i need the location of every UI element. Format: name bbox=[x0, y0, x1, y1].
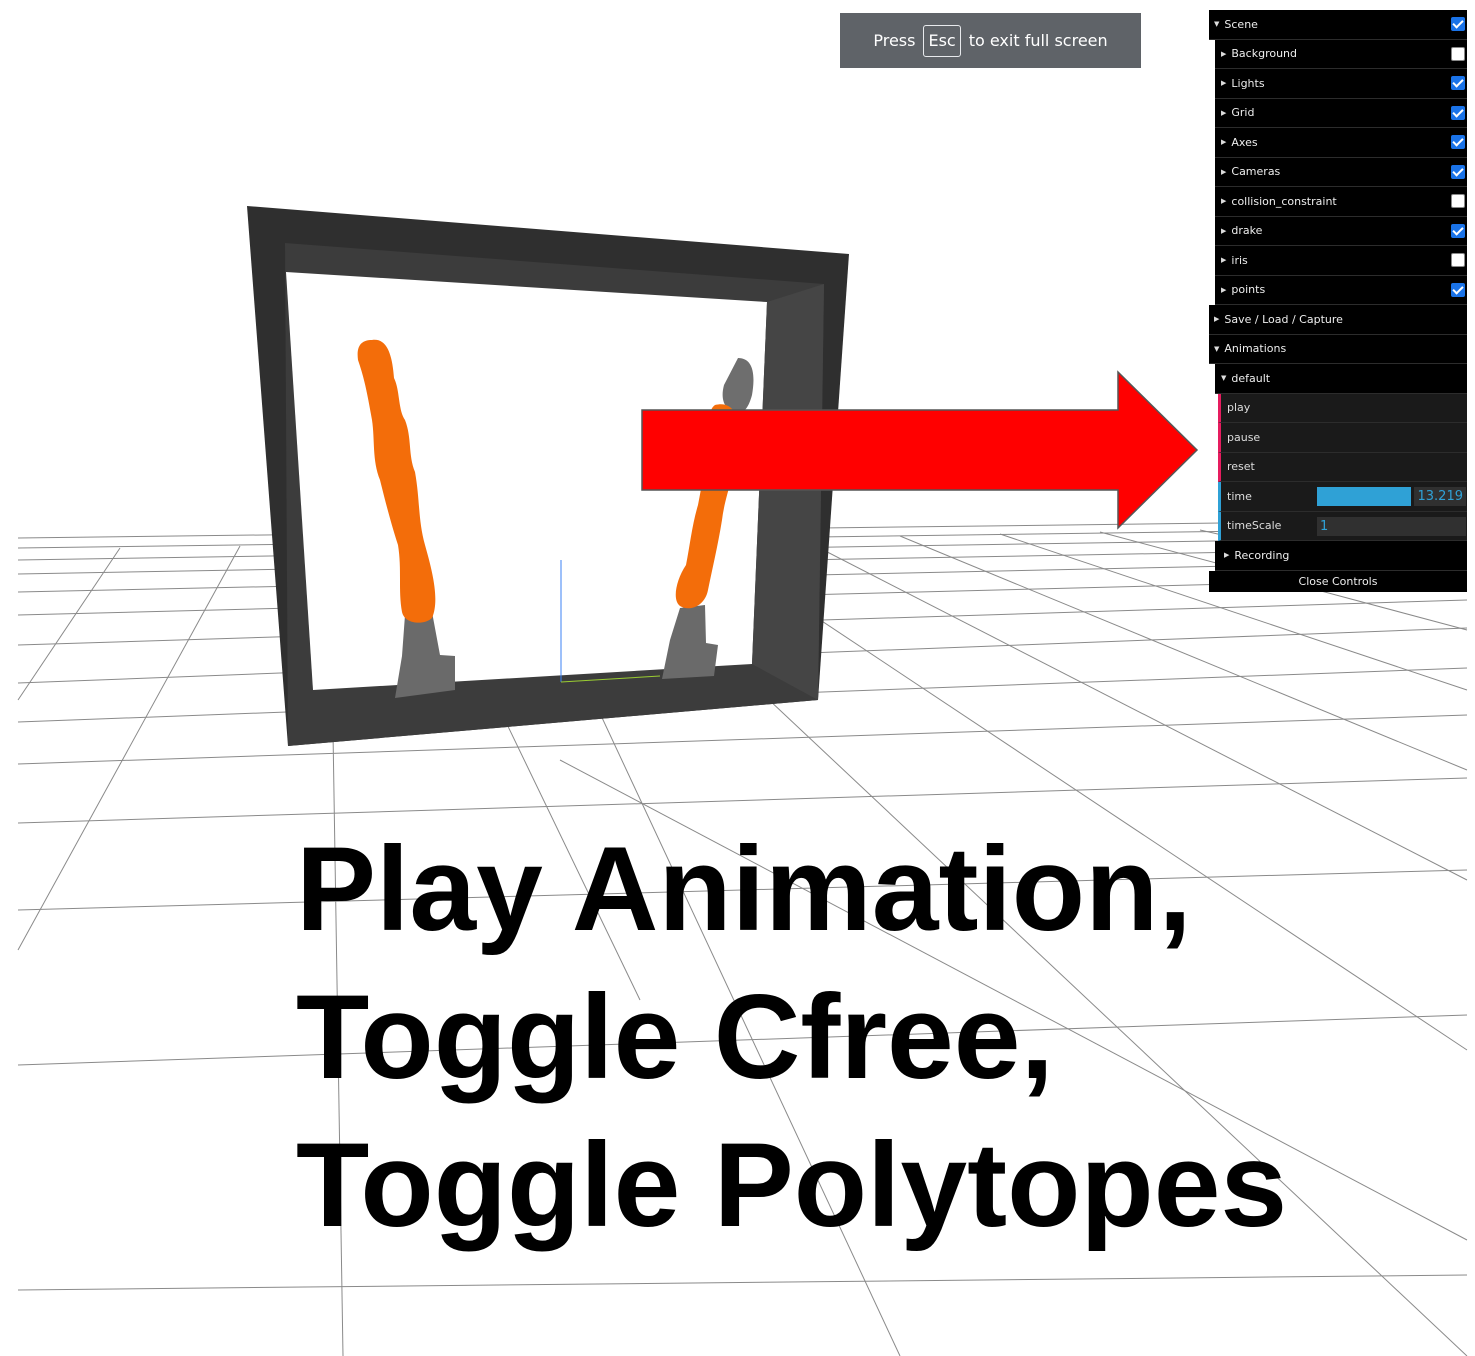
chevron-down-icon: ▼ bbox=[1221, 374, 1227, 383]
scene-item-label: Lights bbox=[1231, 76, 1265, 90]
animations-folder[interactable]: ▼ Animations bbox=[1209, 334, 1467, 364]
scene-item-label: Axes bbox=[1231, 135, 1258, 149]
chevron-right-icon: ▶ bbox=[1221, 49, 1227, 58]
scene-item-checkbox[interactable] bbox=[1451, 253, 1465, 268]
scene-item-label: Background bbox=[1231, 47, 1298, 61]
scene-item-lights[interactable]: ▶ Lights bbox=[1215, 69, 1467, 99]
scene-item-points[interactable]: ▶ points bbox=[1215, 275, 1467, 305]
timescale-input[interactable]: 1 bbox=[1317, 516, 1466, 536]
scene-items: ▶ Background ▶ Lights ▶ Grid ▶ Axes ▶ Cameras ▶ col… bbox=[1209, 39, 1467, 305]
chevron-right-icon: ▶ bbox=[1221, 256, 1227, 265]
chevron-right-icon: ▶ bbox=[1221, 108, 1227, 117]
scene-item-checkbox[interactable] bbox=[1451, 76, 1465, 91]
caption-line-1: Play Animation, bbox=[296, 822, 1192, 956]
chevron-down-icon: ▼ bbox=[1214, 344, 1220, 353]
save-load-label: Save / Load / Capture bbox=[1224, 312, 1343, 326]
scene-item-drake[interactable]: ▶ drake bbox=[1215, 216, 1467, 246]
scene-folder[interactable]: ▼ Scene bbox=[1209, 10, 1467, 40]
timescale-label: timeScale bbox=[1227, 519, 1282, 533]
scene-item-background[interactable]: ▶ Background bbox=[1215, 39, 1467, 69]
scene-item-cameras[interactable]: ▶ Cameras bbox=[1215, 157, 1467, 187]
scene-item-checkbox[interactable] bbox=[1451, 282, 1465, 297]
time-control: time 13.219 bbox=[1218, 482, 1467, 512]
scene-item-label: Grid bbox=[1231, 106, 1255, 120]
time-label: time bbox=[1227, 489, 1252, 503]
scene-item-grid[interactable]: ▶ Grid bbox=[1215, 98, 1467, 128]
chevron-right-icon: ▶ bbox=[1224, 551, 1230, 560]
default-label: default bbox=[1231, 371, 1271, 385]
scene-item-checkbox[interactable] bbox=[1451, 46, 1465, 61]
scene-item-checkbox[interactable] bbox=[1451, 223, 1465, 238]
scene-item-label: Cameras bbox=[1231, 165, 1281, 179]
chevron-right-icon: ▶ bbox=[1221, 197, 1227, 206]
scene-item-iris[interactable]: ▶ iris bbox=[1215, 246, 1467, 276]
scene-item-checkbox[interactable] bbox=[1451, 194, 1465, 209]
save-load-folder[interactable]: ▶ Save / Load / Capture bbox=[1209, 305, 1467, 335]
chevron-right-icon: ▶ bbox=[1221, 167, 1227, 176]
caption: Play Animation, Toggle Cfree, Toggle Pol… bbox=[296, 815, 1287, 1259]
scene-item-label: collision_constraint bbox=[1231, 194, 1337, 208]
scene-label: Scene bbox=[1224, 17, 1258, 31]
scene-item-checkbox[interactable] bbox=[1451, 105, 1465, 120]
time-slider-fill bbox=[1317, 487, 1411, 506]
scene-item-checkbox[interactable] bbox=[1451, 135, 1465, 150]
default-folder[interactable]: ▼ default bbox=[1215, 364, 1467, 394]
controls-panel: ▼ Scene ▶ Background ▶ Lights ▶ Grid ▶ Axes ▶ Cam… bbox=[1209, 10, 1467, 592]
scene-item-label: iris bbox=[1231, 253, 1248, 267]
time-input[interactable]: 13.219 bbox=[1414, 487, 1466, 506]
chevron-right-icon: ▶ bbox=[1221, 226, 1227, 235]
time-slider[interactable] bbox=[1317, 487, 1411, 506]
chevron-down-icon: ▼ bbox=[1214, 20, 1220, 29]
scene-item-checkbox[interactable] bbox=[1451, 164, 1465, 179]
scene-item-collision-constraint[interactable]: ▶ collision_constraint bbox=[1215, 187, 1467, 217]
scene-item-axes[interactable]: ▶ Axes bbox=[1215, 128, 1467, 158]
recording-folder[interactable]: ▶ Recording bbox=[1215, 541, 1467, 571]
recording-label: Recording bbox=[1234, 548, 1290, 562]
fullscreen-hint-press: Press bbox=[873, 31, 916, 50]
play-button[interactable]: play bbox=[1218, 393, 1467, 423]
chevron-right-icon: ▶ bbox=[1221, 285, 1227, 294]
caption-line-2: Toggle Cfree, bbox=[296, 970, 1054, 1104]
reset-label: reset bbox=[1227, 460, 1255, 474]
chevron-right-icon: ▶ bbox=[1221, 138, 1227, 147]
scene-item-label: drake bbox=[1231, 224, 1263, 238]
close-controls-button[interactable]: Close Controls bbox=[1209, 570, 1467, 592]
pause-button[interactable]: pause bbox=[1218, 423, 1467, 453]
play-label: play bbox=[1227, 401, 1251, 415]
animations-label: Animations bbox=[1224, 342, 1287, 356]
timescale-control: timeScale 1 bbox=[1218, 511, 1467, 541]
fullscreen-hint: Press Esc to exit full screen bbox=[840, 13, 1141, 68]
pause-label: pause bbox=[1227, 430, 1261, 444]
chevron-right-icon: ▶ bbox=[1214, 315, 1220, 324]
caption-line-3: Toggle Polytopes bbox=[296, 1118, 1288, 1252]
scene-checkbox[interactable] bbox=[1451, 17, 1465, 32]
chevron-right-icon: ▶ bbox=[1221, 79, 1227, 88]
reset-button[interactable]: reset bbox=[1218, 452, 1467, 482]
esc-key-icon: Esc bbox=[923, 24, 961, 57]
scene-item-label: points bbox=[1231, 283, 1266, 297]
fullscreen-hint-exit: to exit full screen bbox=[968, 31, 1108, 50]
